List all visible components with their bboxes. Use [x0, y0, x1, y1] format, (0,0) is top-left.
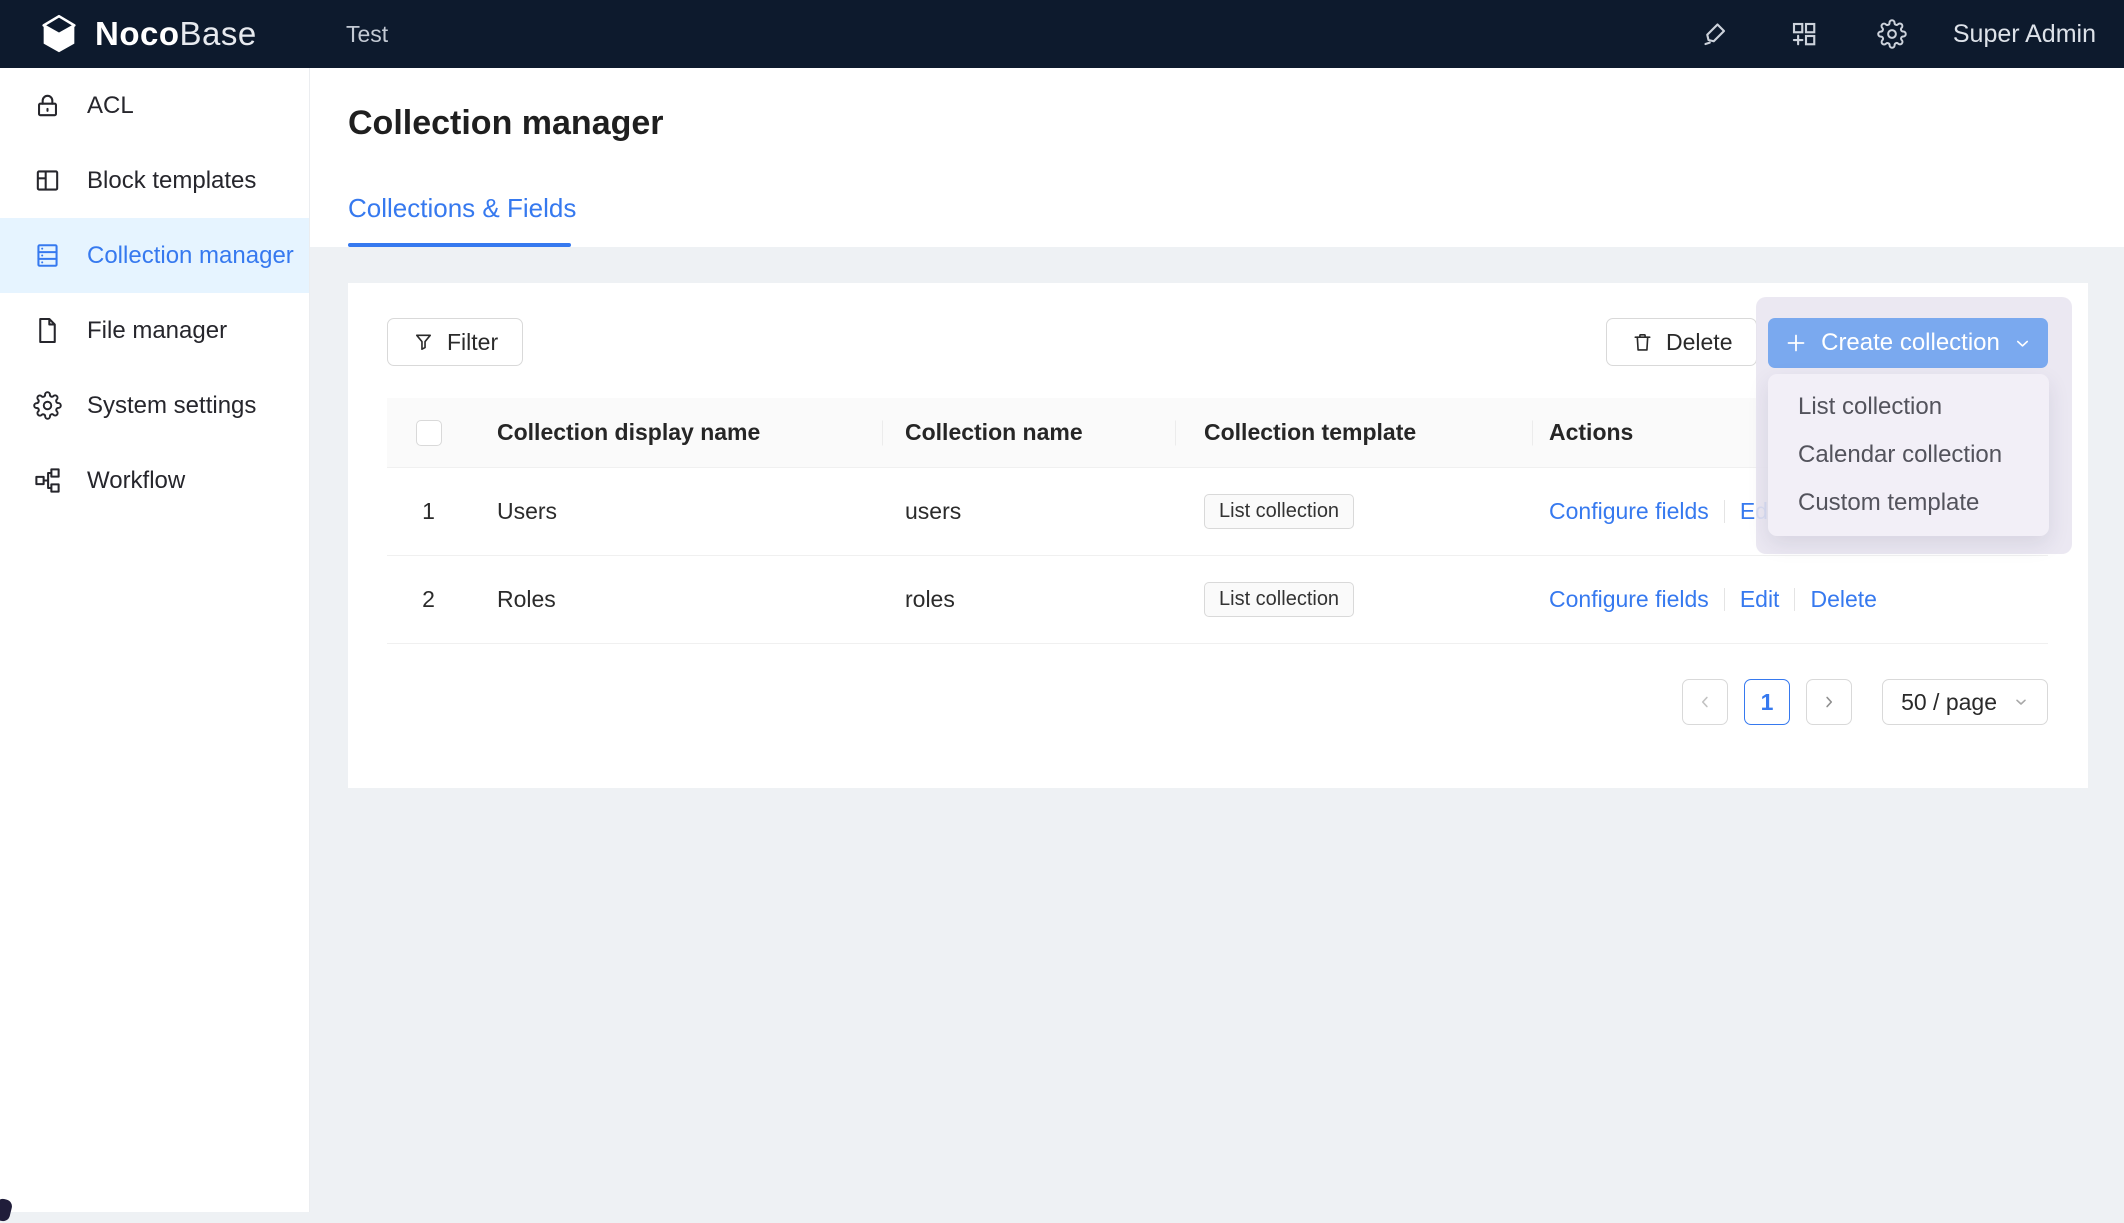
create-collection-dropdown: List collection Calendar collection Cust…	[1768, 374, 2049, 536]
collection-table-icon	[33, 241, 62, 270]
action-divider	[1724, 588, 1725, 611]
sidebar-item-workflow[interactable]: Workflow	[0, 443, 309, 518]
delete-button[interactable]: Delete	[1606, 318, 1757, 366]
page-title: Collection manager	[348, 104, 664, 143]
chevron-right-icon	[1820, 693, 1838, 711]
configure-fields-link[interactable]: Configure fields	[1549, 586, 1709, 613]
highlight-icon[interactable]	[1701, 19, 1731, 49]
sidebar-item-label: Collection manager	[87, 242, 294, 270]
delete-link[interactable]: Delete	[1810, 586, 1876, 613]
column-header: Collection name	[883, 398, 1176, 467]
page-header: Collection manager Collections & Fields	[310, 68, 2124, 247]
nav-menu-item-test[interactable]: Test	[346, 21, 388, 48]
appstore-add-icon[interactable]	[1789, 19, 1819, 49]
menu-item-custom-template[interactable]: Custom template	[1768, 479, 2049, 527]
pagination: 1 50 / page	[1682, 679, 2048, 725]
sidebar-item-label: System settings	[87, 392, 256, 420]
template-tag: List collection	[1204, 582, 1354, 617]
partition-icon	[33, 466, 62, 495]
sidebar-item-collection-manager[interactable]: Collection manager	[0, 218, 309, 293]
gear-icon[interactable]	[1877, 19, 1907, 49]
filter-icon	[412, 331, 435, 354]
sidebar-item-file-manager[interactable]: File manager	[0, 293, 309, 368]
layout-icon	[33, 166, 62, 195]
chevron-down-icon	[2013, 694, 2029, 710]
sidebar: ACL Block templates Collection manager F…	[0, 68, 310, 1212]
page-size-select[interactable]: 50 / page	[1882, 679, 2048, 725]
edit-link[interactable]: Edit	[1740, 586, 1780, 613]
nav-right: Super Admin	[1643, 19, 2124, 49]
create-collection-button[interactable]: Create collection	[1768, 318, 2048, 368]
next-page-button[interactable]	[1806, 679, 1852, 725]
sidebar-item-label: ACL	[87, 92, 134, 120]
plus-icon	[1784, 331, 1808, 355]
chevron-left-icon	[1696, 693, 1714, 711]
action-divider	[1724, 500, 1725, 523]
sidebar-item-label: Block templates	[87, 167, 256, 195]
configure-fields-link[interactable]: Configure fields	[1549, 498, 1709, 525]
tab-active-underline	[348, 243, 571, 247]
chevron-down-icon	[2013, 334, 2032, 353]
gear-icon	[33, 391, 62, 420]
user-menu[interactable]: Super Admin	[1953, 20, 2096, 49]
cell-display-name: Users	[470, 498, 883, 525]
trash-icon	[1631, 331, 1654, 354]
tab-collections-and-fields[interactable]: Collections & Fields	[348, 193, 576, 224]
template-tag: List collection	[1204, 494, 1354, 529]
menu-item-list-collection[interactable]: List collection	[1768, 383, 2049, 431]
file-icon	[33, 316, 62, 345]
nocobase-logo: NocoBase	[0, 13, 310, 55]
page-1-button[interactable]: 1	[1744, 679, 1790, 725]
row-index: 2	[387, 586, 470, 613]
cell-collection-name: users	[883, 498, 1176, 525]
logo-text: NocoBase	[95, 15, 257, 53]
column-header: Collection display name	[470, 398, 883, 467]
sidebar-item-label: File manager	[87, 317, 227, 345]
sidebar-item-label: Workflow	[87, 467, 185, 495]
sidebar-item-system-settings[interactable]: System settings	[0, 368, 309, 443]
filter-button[interactable]: Filter	[387, 318, 523, 366]
lock-icon	[33, 91, 62, 120]
action-divider	[1794, 588, 1795, 611]
select-all-checkbox[interactable]	[416, 420, 442, 446]
table-row: 2 Roles roles List collection Configure …	[387, 556, 2048, 644]
row-index: 1	[387, 498, 470, 525]
top-nav: NocoBase Test Super Admin	[0, 0, 2124, 68]
sidebar-item-block-templates[interactable]: Block templates	[0, 143, 309, 218]
cell-display-name: Roles	[470, 586, 883, 613]
menu-item-calendar-collection[interactable]: Calendar collection	[1768, 431, 2049, 479]
cut-off-corner-element	[0, 1197, 13, 1222]
column-header: Collection template	[1176, 398, 1533, 467]
sidebar-item-acl[interactable]: ACL	[0, 68, 309, 143]
nocobase-logo-icon	[36, 13, 82, 55]
cell-collection-name: roles	[883, 586, 1176, 613]
previous-page-button[interactable]	[1682, 679, 1728, 725]
nav-menu: Test	[310, 21, 388, 48]
